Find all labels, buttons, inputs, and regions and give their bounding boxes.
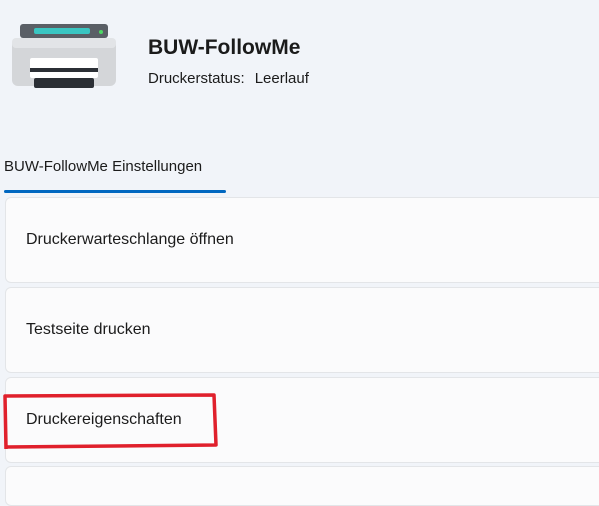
settings-card-partial[interactable] (5, 466, 599, 506)
status-value: Leerlauf (254, 70, 309, 87)
printer-icon (12, 24, 116, 88)
open-print-queue-button[interactable]: Druckerwarteschlange öffnen (5, 197, 599, 283)
status-label: Druckerstatus: (148, 70, 245, 87)
printer-name: BUW-FollowMe (148, 36, 301, 59)
print-test-page-button[interactable]: Testseite drucken (5, 287, 599, 373)
print-test-page-label: Testseite drucken (26, 321, 151, 338)
open-print-queue-label: Druckerwarteschlange öffnen (26, 231, 234, 248)
printer-status: Druckerstatus: Leerlauf (148, 70, 309, 87)
printer-properties-label: Druckereigenschaften (26, 411, 182, 428)
tab-active-indicator (4, 190, 226, 193)
printer-header: BUW-FollowMe Druckerstatus: Leerlauf (0, 0, 599, 140)
tab-settings[interactable]: BUW-FollowMe Einstellungen (4, 158, 202, 175)
printer-properties-button[interactable]: Druckereigenschaften (5, 377, 599, 463)
